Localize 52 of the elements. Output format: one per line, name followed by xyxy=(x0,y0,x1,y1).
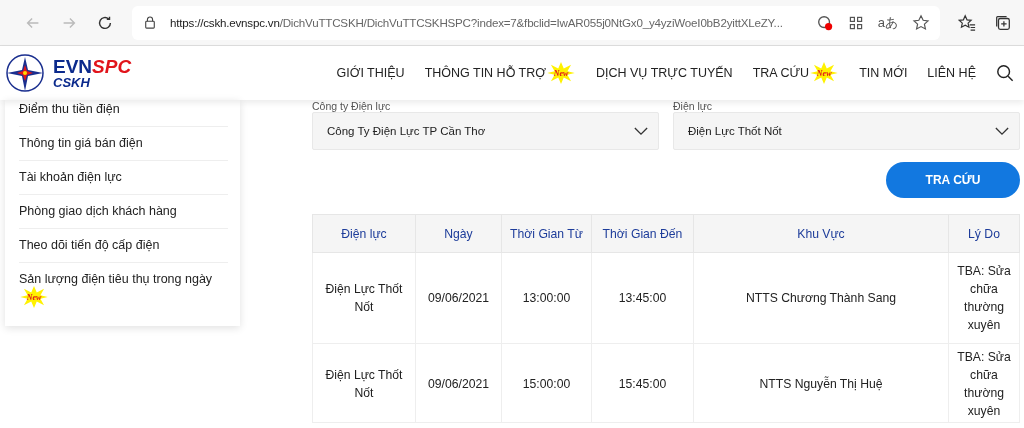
column-header: Thời Gian Từ xyxy=(501,214,592,253)
search-button[interactable]: TRA CỨU xyxy=(886,162,1020,198)
column-header: Lý Do xyxy=(948,214,1020,253)
select-field[interactable]: Điện Lực Thốt Nốt xyxy=(673,112,1020,150)
column-header: Điện lực xyxy=(312,214,416,253)
table-cell: 15:45:00 xyxy=(591,343,694,423)
sidebar-link[interactable]: Tài khoản điện lực xyxy=(19,170,122,184)
app-grid-icon[interactable] xyxy=(847,14,864,31)
search-icon[interactable] xyxy=(996,64,1014,82)
new-badge: New xyxy=(19,286,49,308)
table-cell: 13:00:00 xyxy=(501,252,592,344)
table-cell: NTTS Chương Thành Sang xyxy=(693,252,949,344)
table-cell: 09/06/2021 xyxy=(415,252,502,344)
add-favorite-icon[interactable] xyxy=(912,13,930,32)
nav-link[interactable]: GIỚI THIỆU xyxy=(336,66,405,80)
logo-text: EVNSPC xyxy=(53,57,132,76)
nav-link[interactable]: THÔNG TIN HỖ TRỢ xyxy=(424,66,546,80)
url-text: https://cskh.evnspc.vn/DichVuTTCSKH/DichVuTTCSKHSPC?index=7&fbclid=IwAR055j0NtGx0_y4yziWoeI0bB2yittXLeZY... xyxy=(170,16,784,29)
collections-icon[interactable] xyxy=(994,13,1012,32)
nav-link[interactable]: DỊCH VỤ TRỰC TUYẾN xyxy=(596,66,733,80)
tracking-prevention-icon[interactable] xyxy=(815,13,834,32)
sidebar-link[interactable]: Sản lượng điện tiêu thụ trong ngày xyxy=(19,272,213,286)
logo-subtitle: CSKH xyxy=(53,76,91,89)
nav-link[interactable]: TIN MỚI xyxy=(859,66,908,80)
select-field[interactable]: Công Ty Điện Lực TP Cần Thơ xyxy=(312,112,659,150)
chevron-down-icon xyxy=(634,126,648,136)
address-bar[interactable]: https://cskh.evnspc.vn/DichVuTTCSKH/DichVuTTCSKHSPC?index=7&fbclid=IwAR055j0NtGx0_y4yziWoeI0bB2yittXLeZY... aあ xyxy=(132,5,940,40)
field-label: Công ty Điện lực xyxy=(312,100,392,112)
sidebar-link[interactable]: Theo dõi tiến độ cấp điện xyxy=(19,238,160,252)
sidebar-link[interactable]: Phòng giao dịch khách hàng xyxy=(19,204,177,218)
new-badge: New xyxy=(546,62,576,84)
favorites-icon[interactable] xyxy=(958,13,976,32)
table-cell: 15:00:00 xyxy=(501,343,592,423)
table-cell: TBA: Sửa chữa thường xuyên xyxy=(948,343,1020,423)
column-header: Ngày xyxy=(415,214,502,253)
nav-link[interactable]: LIÊN HỆ xyxy=(927,66,976,80)
table-cell: Điện Lực Thốt Nốt xyxy=(312,252,416,344)
table-cell: 13:45:00 xyxy=(591,252,694,344)
logo-icon xyxy=(5,53,45,93)
sidebar-link[interactable]: Thông tin giá bán điện xyxy=(19,136,143,150)
column-header: Khu Vực xyxy=(693,214,949,253)
chevron-down-icon xyxy=(995,126,1009,136)
sidebar-link[interactable]: Điểm thu tiền điện xyxy=(19,102,120,116)
table-cell: TBA: Sửa chữa thường xuyên xyxy=(948,252,1020,344)
table-cell: 09/06/2021 xyxy=(415,343,502,423)
nav-link[interactable]: TRA CỨU xyxy=(752,66,810,80)
table-cell: Điện Lực Thốt Nốt xyxy=(312,343,416,423)
column-header: Thời Gian Đến xyxy=(591,214,694,253)
field-label: Điện lực xyxy=(673,100,714,112)
lock-icon xyxy=(144,15,156,30)
table-cell: NTTS Nguyễn Thị Huệ xyxy=(693,343,949,423)
read-aloud-button[interactable]: aあ xyxy=(877,13,898,32)
